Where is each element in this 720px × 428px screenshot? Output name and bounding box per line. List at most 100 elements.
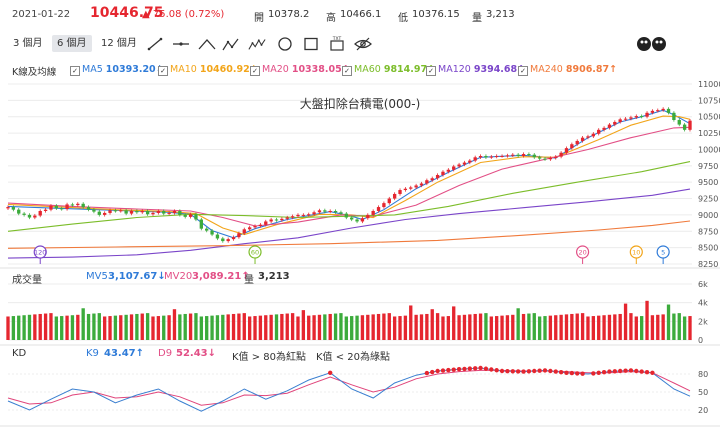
volume-bar [269, 314, 273, 340]
k-overbought-dot [575, 371, 580, 376]
volume-bar [656, 314, 660, 340]
candle-body [124, 210, 128, 214]
candle-body [81, 203, 85, 208]
candle-body [350, 217, 354, 220]
candle-body [468, 160, 472, 163]
k-overbought-dot [558, 370, 564, 375]
k-overbought-dot [639, 369, 644, 374]
volume-tick-label: 4k [698, 299, 708, 308]
volume-bar [629, 313, 633, 340]
candle-body [194, 214, 198, 220]
candle-body [285, 217, 289, 219]
candle-body [677, 120, 681, 125]
candle-body [333, 210, 338, 213]
candle-body [457, 164, 461, 167]
candle-body [210, 230, 214, 235]
candle-body [634, 116, 638, 118]
k-overbought-dot [628, 368, 634, 373]
k-overbought-dot [499, 368, 505, 374]
k-overbought-dot [548, 368, 553, 374]
k-overbought-dot [591, 371, 596, 376]
kd-tick-label: 20 [698, 406, 708, 415]
volume-bar [226, 314, 230, 340]
candle-body [226, 239, 230, 242]
volume-bar [17, 315, 21, 340]
candle-body [54, 205, 58, 209]
candle-body [392, 193, 397, 199]
candle-body [650, 110, 655, 113]
candle-body [425, 180, 429, 184]
candle-body [554, 156, 558, 158]
candle-body [188, 214, 193, 217]
volume-bar [119, 315, 123, 340]
candle-body [430, 178, 434, 181]
k-overbought-dot [494, 368, 499, 373]
k-overbought-dot [526, 369, 532, 374]
k-overbought-dot [424, 370, 430, 376]
candle-body [156, 210, 161, 213]
candle-body [199, 219, 203, 229]
k-overbought-dot [467, 366, 473, 371]
k-overbought-dot [607, 369, 612, 374]
price-tick-label: 9000 [698, 211, 718, 220]
volume-bar [135, 313, 139, 340]
candle-body [151, 212, 155, 215]
price-tick-label: 8250 [698, 260, 718, 269]
k-overbought-dot [435, 368, 440, 374]
volume-bar [301, 310, 306, 340]
candle-body [462, 162, 467, 165]
k-overbought-dot [569, 370, 575, 376]
candle-body [441, 171, 445, 175]
candle-body [672, 112, 676, 120]
price-tick-label: 10500 [698, 113, 720, 122]
k-overbought-dot [451, 367, 456, 372]
volume-bar [38, 313, 42, 340]
volume-bar [398, 316, 402, 340]
candle-body [86, 207, 91, 210]
volume-bar [403, 315, 408, 340]
volume-bar [682, 316, 687, 340]
volume-bar [623, 303, 628, 340]
volume-bar [677, 313, 681, 340]
candle-body [65, 204, 69, 210]
candle-body [33, 215, 37, 218]
volume-bar [215, 315, 220, 340]
volume-bar [575, 313, 579, 340]
volume-bar [92, 313, 96, 340]
candle-body [640, 116, 644, 118]
volume-bar [328, 313, 332, 340]
volume-bar [650, 315, 655, 340]
k-overbought-dot [328, 370, 333, 375]
candle-body [231, 237, 236, 240]
candle-body [682, 124, 687, 130]
ma-line-ma240 [7, 220, 691, 249]
volume-bar [183, 313, 187, 340]
price-tick-label: 8750 [698, 227, 718, 236]
candle-body [102, 212, 107, 215]
candle-body [409, 187, 413, 189]
volume-bar [264, 315, 268, 340]
candle-body [355, 219, 359, 222]
volume-bar [473, 313, 477, 340]
volume-bar [6, 316, 10, 340]
price-tick-label: 9500 [698, 178, 718, 187]
volume-bar [210, 315, 214, 340]
candle-body [537, 157, 542, 159]
candle-body [274, 219, 279, 221]
candle-body [505, 155, 510, 157]
ma-line-ma5 [7, 109, 691, 239]
volume-bar [586, 316, 590, 340]
volume-bar [97, 313, 101, 340]
volume-bar [666, 304, 671, 340]
candle-body [661, 108, 665, 111]
volume-bar [221, 314, 225, 340]
k-overbought-dot [440, 368, 446, 373]
volume-bar [60, 316, 64, 340]
volume-bar [65, 315, 69, 340]
volume-bar [414, 314, 418, 340]
volume-bar [591, 316, 596, 340]
candle-body [140, 210, 144, 213]
stock-chart[interactable]: 大盤扣除台積電(000-) 120 60 20 10 5 8250 8500 8750 900… [0, 0, 720, 428]
k-overbought-dot [612, 369, 618, 374]
candle-body [403, 188, 408, 191]
